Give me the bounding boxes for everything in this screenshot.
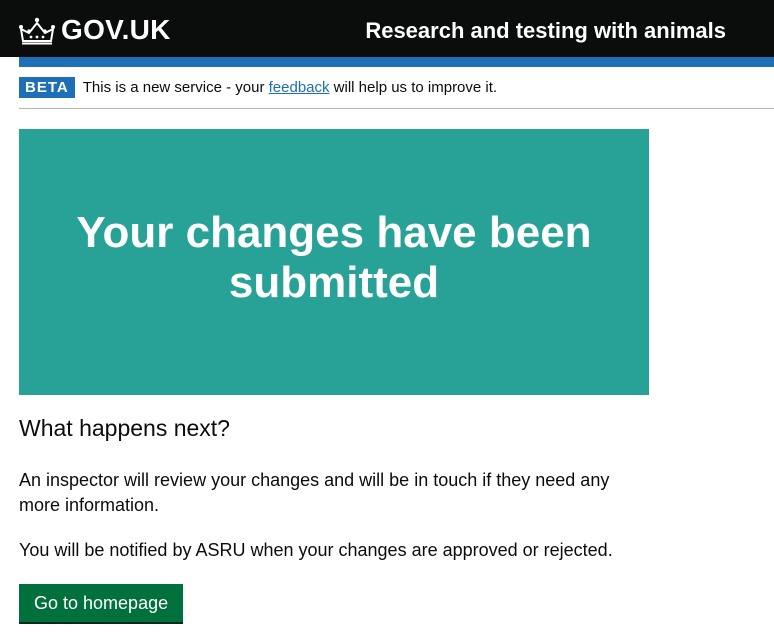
notification-paragraph: You will be notified by ASRU when your c… [19, 540, 613, 560]
inspector-review-paragraph: An inspector will review your changes an… [19, 470, 610, 515]
header-blue-bar [19, 57, 774, 67]
phase-banner-text: This is a new service - your feedback wi… [83, 78, 497, 98]
go-to-homepage-button[interactable]: Go to homepage [19, 584, 184, 622]
site-header: GOV.UK Research and testing with animals [0, 0, 774, 57]
phase-text-after: will help us to improve it. [329, 78, 498, 96]
what-happens-next-heading: What happens next? [19, 415, 230, 441]
govuk-logo-link[interactable]: GOV.UK [19, 14, 171, 46]
phase-banner: BETA This is a new service - your feedba… [19, 67, 774, 109]
feedback-link[interactable]: feedback [269, 79, 330, 96]
crown-icon [19, 17, 55, 45]
logo-text: GOV.UK [61, 14, 171, 45]
confirmation-panel: Your changes have been submitted [19, 129, 649, 395]
beta-tag: BETA [19, 77, 75, 98]
phase-text-before: This is a new service - your [82, 78, 269, 96]
service-name-link[interactable]: Research and testing with animals [365, 17, 726, 45]
panel-title: Your changes have been submitted [76, 208, 592, 307]
